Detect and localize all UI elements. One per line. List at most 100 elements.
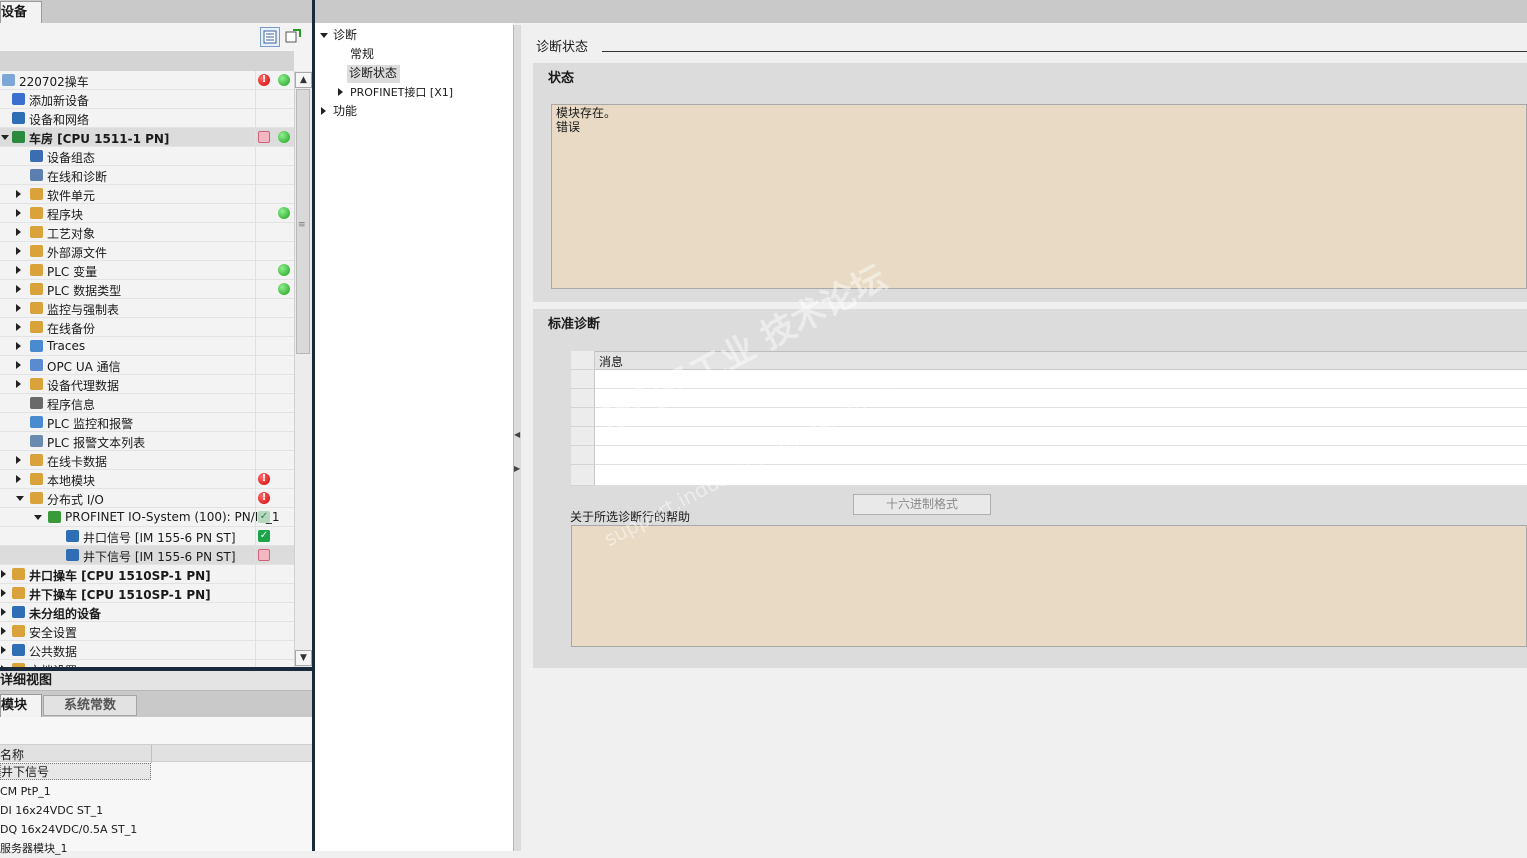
- tree-node-icon: [2, 74, 15, 86]
- tab-module[interactable]: 模块: [0, 694, 42, 717]
- collapse-arrow-icon[interactable]: [16, 361, 21, 369]
- row-header[interactable]: [571, 427, 595, 446]
- tree-item[interactable]: PROFINET IO-System (100): PN/IE_1 ✓: [0, 508, 294, 527]
- collapse-arrow-icon[interactable]: [16, 209, 21, 217]
- collapse-icon[interactable]: [338, 88, 343, 96]
- row-header[interactable]: [571, 465, 595, 486]
- tree-item[interactable]: PLC 数据类型: [0, 280, 294, 299]
- expand-arrow-icon[interactable]: [34, 515, 42, 520]
- tree-item[interactable]: 安全设置: [0, 622, 294, 641]
- table-row[interactable]: 服务器模块_1: [0, 839, 312, 858]
- nav-item-diagnostics[interactable]: 诊断: [333, 26, 357, 45]
- tree-item[interactable]: 分布式 I/O!: [0, 489, 294, 508]
- table-row[interactable]: DI 16x24VDC ST_1: [0, 801, 312, 820]
- tree-item[interactable]: 程序信息: [0, 394, 294, 413]
- column-name[interactable]: 名称: [0, 746, 24, 763]
- tree-item-label: 设备代理数据: [47, 379, 120, 393]
- scroll-up-button[interactable]: ▲: [295, 72, 312, 88]
- tree-item[interactable]: 程序块: [0, 204, 294, 223]
- scroll-down-button[interactable]: ▼: [295, 650, 312, 666]
- table-row[interactable]: 井下信号: [0, 763, 312, 782]
- collapse-arrow-icon[interactable]: [1, 646, 6, 654]
- tree-status-column-divider: [255, 71, 256, 667]
- tree-item[interactable]: 外部源文件: [0, 242, 294, 261]
- tree-node-icon: [30, 416, 43, 428]
- expand-arrow-icon[interactable]: [16, 496, 24, 501]
- tree-item[interactable]: 井口信号 [IM 155-6 PN ST] ✓: [0, 527, 294, 546]
- tree-item-label: PLC 报警文本列表: [47, 436, 146, 450]
- column-message[interactable]: 消息: [599, 353, 623, 370]
- overview-toggle-button[interactable]: [260, 27, 280, 47]
- collapse-arrow-icon[interactable]: [16, 475, 21, 483]
- tree-item[interactable]: 添加新设备: [0, 90, 294, 109]
- table-row[interactable]: [571, 408, 1527, 427]
- table-row[interactable]: DQ 16x24VDC/0.5A ST_1: [0, 820, 312, 839]
- tree-item[interactable]: 在线卡数据: [0, 451, 294, 470]
- tree-item-label: Traces: [47, 339, 86, 353]
- inspector-nav: [315, 23, 513, 851]
- tree-item[interactable]: 井下操车 [CPU 1510SP-1 PN]: [0, 584, 294, 603]
- tree-item[interactable]: 设备和网络: [0, 109, 294, 128]
- expand-right-icon[interactable]: ▶: [514, 464, 520, 474]
- tree-item[interactable]: PLC 变量: [0, 261, 294, 280]
- row-header[interactable]: [571, 370, 595, 389]
- collapse-arrow-icon[interactable]: [1, 608, 6, 616]
- tree-item[interactable]: 在线备份: [0, 318, 294, 337]
- collapse-arrow-icon[interactable]: [1, 589, 6, 597]
- expand-icon[interactable]: [320, 33, 328, 38]
- tree-item[interactable]: 本地模块!: [0, 470, 294, 489]
- row-header[interactable]: [571, 408, 595, 427]
- table-row[interactable]: CM PtP_1: [0, 782, 312, 801]
- tree-item[interactable]: 220702操车!: [0, 71, 294, 90]
- tree-item[interactable]: 未分组的设备: [0, 603, 294, 622]
- nav-item-functions[interactable]: 功能: [333, 102, 357, 121]
- table-row[interactable]: [571, 427, 1527, 446]
- collapse-arrow-icon[interactable]: [16, 304, 21, 312]
- collapse-arrow-icon[interactable]: [1, 570, 6, 578]
- hex-format-button[interactable]: 十六进制格式: [853, 494, 991, 515]
- nav-item-diag-status[interactable]: 诊断状态: [349, 64, 397, 83]
- collapse-arrow-icon[interactable]: [16, 380, 21, 388]
- tree-item[interactable]: 文档设置: [0, 660, 294, 667]
- collapse-arrow-icon[interactable]: [1, 627, 6, 635]
- nav-item-profinet[interactable]: PROFINET接口 [X1]: [350, 83, 453, 102]
- tree-item[interactable]: OPC UA 通信: [0, 356, 294, 375]
- tree-item[interactable]: 在线和诊断: [0, 166, 294, 185]
- tree-item[interactable]: 工艺对象: [0, 223, 294, 242]
- table-row[interactable]: [571, 389, 1527, 408]
- collapse-icon[interactable]: [321, 107, 326, 115]
- tree-item-label: 车房 [CPU 1511-1 PN]: [29, 132, 170, 146]
- collapse-arrow-icon[interactable]: [16, 266, 21, 274]
- collapse-arrow-icon[interactable]: [16, 190, 21, 198]
- tree-node-icon: [12, 644, 25, 656]
- collapse-arrow-icon[interactable]: [16, 456, 21, 464]
- expand-arrow-icon[interactable]: [1, 135, 9, 140]
- collapse-arrow-icon[interactable]: [16, 285, 21, 293]
- tree-item[interactable]: 井下信号 [IM 155-6 PN ST]: [0, 546, 294, 565]
- tree-item[interactable]: 设备组态: [0, 147, 294, 166]
- tree-node-icon: [30, 435, 43, 447]
- go-online-button[interactable]: [284, 27, 304, 47]
- tree-item[interactable]: PLC 报警文本列表: [0, 432, 294, 451]
- tab-system-constants[interactable]: 系统常数: [43, 695, 137, 716]
- nav-item-general[interactable]: 常规: [350, 45, 374, 64]
- tree-item[interactable]: 软件单元: [0, 185, 294, 204]
- row-header[interactable]: [571, 446, 595, 465]
- tree-item[interactable]: Traces: [0, 337, 294, 356]
- tree-item[interactable]: 监控与强制表: [0, 299, 294, 318]
- collapse-arrow-icon[interactable]: [16, 247, 21, 255]
- tree-item[interactable]: 公共数据: [0, 641, 294, 660]
- tree-item[interactable]: PLC 监控和报警: [0, 413, 294, 432]
- tree-item-label: 本地模块: [47, 474, 96, 488]
- collapse-arrow-icon[interactable]: [16, 323, 21, 331]
- table-row[interactable]: [571, 446, 1527, 465]
- collapse-arrow-icon[interactable]: [16, 228, 21, 236]
- tree-item[interactable]: 车房 [CPU 1511-1 PN]: [0, 128, 294, 147]
- tree-item[interactable]: 设备代理数据: [0, 375, 294, 394]
- tree-item-label: 未分组的设备: [29, 607, 102, 621]
- tree-item[interactable]: 井口操车 [CPU 1510SP-1 PN]: [0, 565, 294, 584]
- tree-node-icon: [12, 568, 25, 580]
- collapse-left-icon[interactable]: ◀: [514, 430, 520, 440]
- collapse-arrow-icon[interactable]: [16, 342, 21, 350]
- tab-devices[interactable]: 设备: [0, 1, 42, 23]
